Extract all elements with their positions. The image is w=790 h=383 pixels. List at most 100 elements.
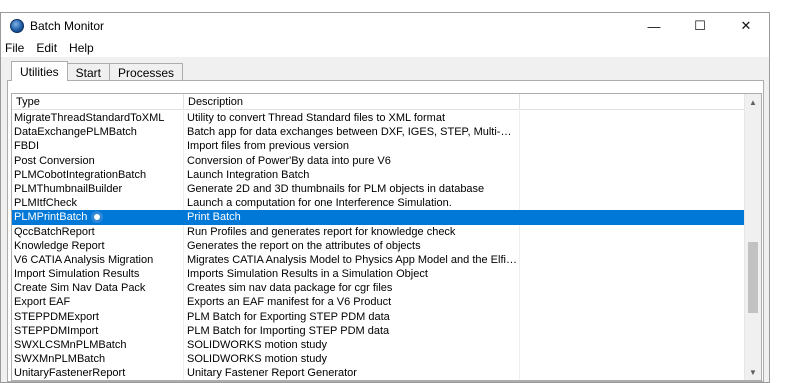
menu-file[interactable]: File bbox=[1, 41, 31, 55]
cell-empty bbox=[520, 139, 745, 153]
cell-type: V6 CATIA Analysis Migration bbox=[12, 252, 184, 268]
window-controls: — ☐ ✕ bbox=[631, 13, 769, 39]
cell-type: UnitaryFastenerReport bbox=[12, 366, 184, 380]
cell-empty bbox=[520, 310, 745, 324]
cell-description: Generate 2D and 3D thumbnails for PLM ob… bbox=[184, 181, 520, 197]
cell-type: Post Conversion bbox=[12, 153, 184, 168]
cell-description: Conversion of Power'By data into pure V6 bbox=[184, 153, 520, 168]
vertical-scrollbar[interactable]: ▲ ▼ bbox=[744, 94, 761, 380]
cell-description: Creates sim nav data package for cgr fil… bbox=[184, 281, 520, 296]
column-header-empty bbox=[520, 94, 745, 110]
cell-empty bbox=[520, 239, 745, 253]
table-row[interactable]: Create Sim Nav Data Pack Creates sim nav … bbox=[12, 281, 745, 296]
cell-empty bbox=[520, 295, 745, 309]
table-row[interactable]: Knowledge Report Generates the report on … bbox=[12, 238, 745, 253]
table-row[interactable]: Import Simulation Results Imports Simulat… bbox=[12, 267, 745, 282]
table-row[interactable]: V6 CATIA Analysis Migration Migrates CATI… bbox=[12, 252, 745, 268]
table-row[interactable]: DataExchangePLMBatch Batch app for data e… bbox=[12, 125, 745, 140]
cell-description: Batch app for data exchanges between DXF… bbox=[184, 125, 520, 140]
cell-description: Import files from previous version bbox=[184, 139, 520, 154]
cell-type: STEPPDMExport bbox=[12, 309, 184, 324]
table-row[interactable]: SWXLCSMnPLMBatch SOLIDWORKS motion study bbox=[12, 338, 745, 353]
cell-type: PLMCobotIntegrationBatch bbox=[12, 167, 184, 182]
cell-type: Knowledge Report bbox=[12, 238, 184, 253]
cell-empty bbox=[520, 196, 745, 210]
batch-monitor-window: Batch Monitor — ☐ ✕ File Edit Help Utili… bbox=[0, 12, 770, 383]
maximize-button[interactable]: ☐ bbox=[677, 13, 723, 39]
tab-utilities[interactable]: Utilities bbox=[11, 61, 68, 81]
table-row[interactable]: PLMCobotIntegrationBatch Launch Integrati… bbox=[12, 167, 745, 182]
cell-type: Export EAF bbox=[12, 295, 184, 310]
cell-empty bbox=[520, 281, 745, 295]
cell-description: Print Batch bbox=[184, 210, 520, 225]
table-row[interactable]: STEPPDMExport PLM Batch for Exporting STE… bbox=[12, 309, 745, 324]
cell-type: SWXLCSMnPLMBatch bbox=[12, 338, 184, 353]
cell-description: SOLIDWORKS motion study bbox=[184, 338, 520, 353]
column-header-type[interactable]: Type bbox=[12, 94, 184, 110]
cell-type: DataExchangePLMBatch bbox=[12, 125, 184, 140]
table-row[interactable]: PLMItfCheck Launch a computation for one … bbox=[12, 196, 745, 211]
cell-empty bbox=[520, 154, 745, 168]
cell-description: Generates the report on the attributes o… bbox=[184, 238, 520, 253]
column-header-description[interactable]: Description bbox=[184, 94, 520, 110]
menu-bar: File Edit Help bbox=[1, 39, 769, 57]
cell-description: Migrates CATIA Analysis Model to Physics… bbox=[184, 252, 520, 268]
table-row[interactable]: UnitaryFastenerReport Unitary Fastener Re… bbox=[12, 366, 745, 380]
tab-processes[interactable]: Processes bbox=[109, 63, 184, 81]
cell-type: Create Sim Nav Data Pack bbox=[12, 281, 184, 296]
cell-type: SWXMnPLMBatch bbox=[12, 352, 184, 367]
cell-empty bbox=[520, 168, 745, 182]
cell-type: MigrateThreadStandardToXML bbox=[12, 111, 184, 126]
scroll-up-arrow-icon[interactable]: ▲ bbox=[745, 94, 761, 110]
cell-type: FBDI bbox=[12, 139, 184, 154]
cell-empty bbox=[520, 253, 745, 267]
cell-empty bbox=[520, 225, 745, 239]
cell-type: STEPPDMImport bbox=[12, 323, 184, 338]
cell-empty bbox=[520, 366, 745, 380]
cell-empty bbox=[520, 210, 745, 225]
cell-type: PLMThumbnailBuilder bbox=[12, 181, 184, 197]
table-body: MigrateThreadStandardToXML Utility to con… bbox=[12, 111, 745, 380]
utilities-table: Type Description MigrateThreadStandardTo… bbox=[11, 93, 762, 381]
scrollbar-thumb[interactable] bbox=[748, 242, 758, 313]
menu-edit[interactable]: Edit bbox=[31, 41, 64, 55]
cell-description: Launch Integration Batch bbox=[184, 167, 520, 182]
cell-description: Imports Simulation Results in a Simulati… bbox=[184, 267, 520, 282]
table-row[interactable]: Post Conversion Conversion of Power'By da… bbox=[12, 153, 745, 168]
minimize-button[interactable]: — bbox=[631, 13, 677, 39]
table-row[interactable]: PLMPrintBatch Print Batch bbox=[12, 210, 745, 225]
cell-type: QccBatchReport bbox=[12, 224, 184, 239]
cell-empty bbox=[520, 352, 745, 366]
cell-empty bbox=[520, 182, 745, 196]
tab-strip: Utilities Start Processes bbox=[11, 61, 184, 81]
close-button[interactable]: ✕ bbox=[723, 13, 769, 39]
menu-help[interactable]: Help bbox=[64, 41, 101, 55]
cell-description: Launch a computation for one Interferenc… bbox=[184, 196, 520, 211]
cell-description: Run Profiles and generates report for kn… bbox=[184, 224, 520, 239]
title-bar[interactable]: Batch Monitor — ☐ ✕ bbox=[1, 13, 769, 39]
table-row[interactable]: Export EAF Exports an EAF manifest for a … bbox=[12, 295, 745, 310]
utilities-panel: Type Description MigrateThreadStandardTo… bbox=[7, 80, 764, 382]
app-globe-icon bbox=[10, 19, 24, 33]
table-row[interactable]: SWXMnPLMBatch SOLIDWORKS motion study bbox=[12, 352, 745, 367]
cell-description: Exports an EAF manifest for a V6 Product bbox=[184, 295, 520, 310]
cell-empty bbox=[520, 125, 745, 139]
tab-start[interactable]: Start bbox=[66, 63, 111, 81]
table-row[interactable]: QccBatchReport Run Profiles and generates… bbox=[12, 224, 745, 239]
scroll-down-arrow-icon[interactable]: ▼ bbox=[745, 364, 761, 380]
cell-description: SOLIDWORKS motion study bbox=[184, 352, 520, 367]
cell-type: PLMItfCheck bbox=[12, 196, 184, 211]
table-row[interactable]: PLMThumbnailBuilder Generate 2D and 3D th… bbox=[12, 181, 745, 197]
cell-type: Import Simulation Results bbox=[12, 267, 184, 282]
table-row[interactable]: MigrateThreadStandardToXML Utility to con… bbox=[12, 111, 745, 126]
cell-empty bbox=[520, 324, 745, 338]
cell-empty bbox=[520, 111, 745, 125]
cell-description: Unitary Fastener Report Generator bbox=[184, 366, 520, 380]
table-header: Type Description bbox=[12, 94, 745, 110]
table-row[interactable]: FBDI Import files from previous version bbox=[12, 139, 745, 154]
cell-description: PLM Batch for Importing STEP PDM data bbox=[184, 323, 520, 338]
table-row[interactable]: STEPPDMImport PLM Batch for Importing STE… bbox=[12, 323, 745, 338]
cell-description: PLM Batch for Exporting STEP PDM data bbox=[184, 309, 520, 324]
window-title: Batch Monitor bbox=[30, 19, 105, 33]
cell-empty bbox=[520, 338, 745, 352]
